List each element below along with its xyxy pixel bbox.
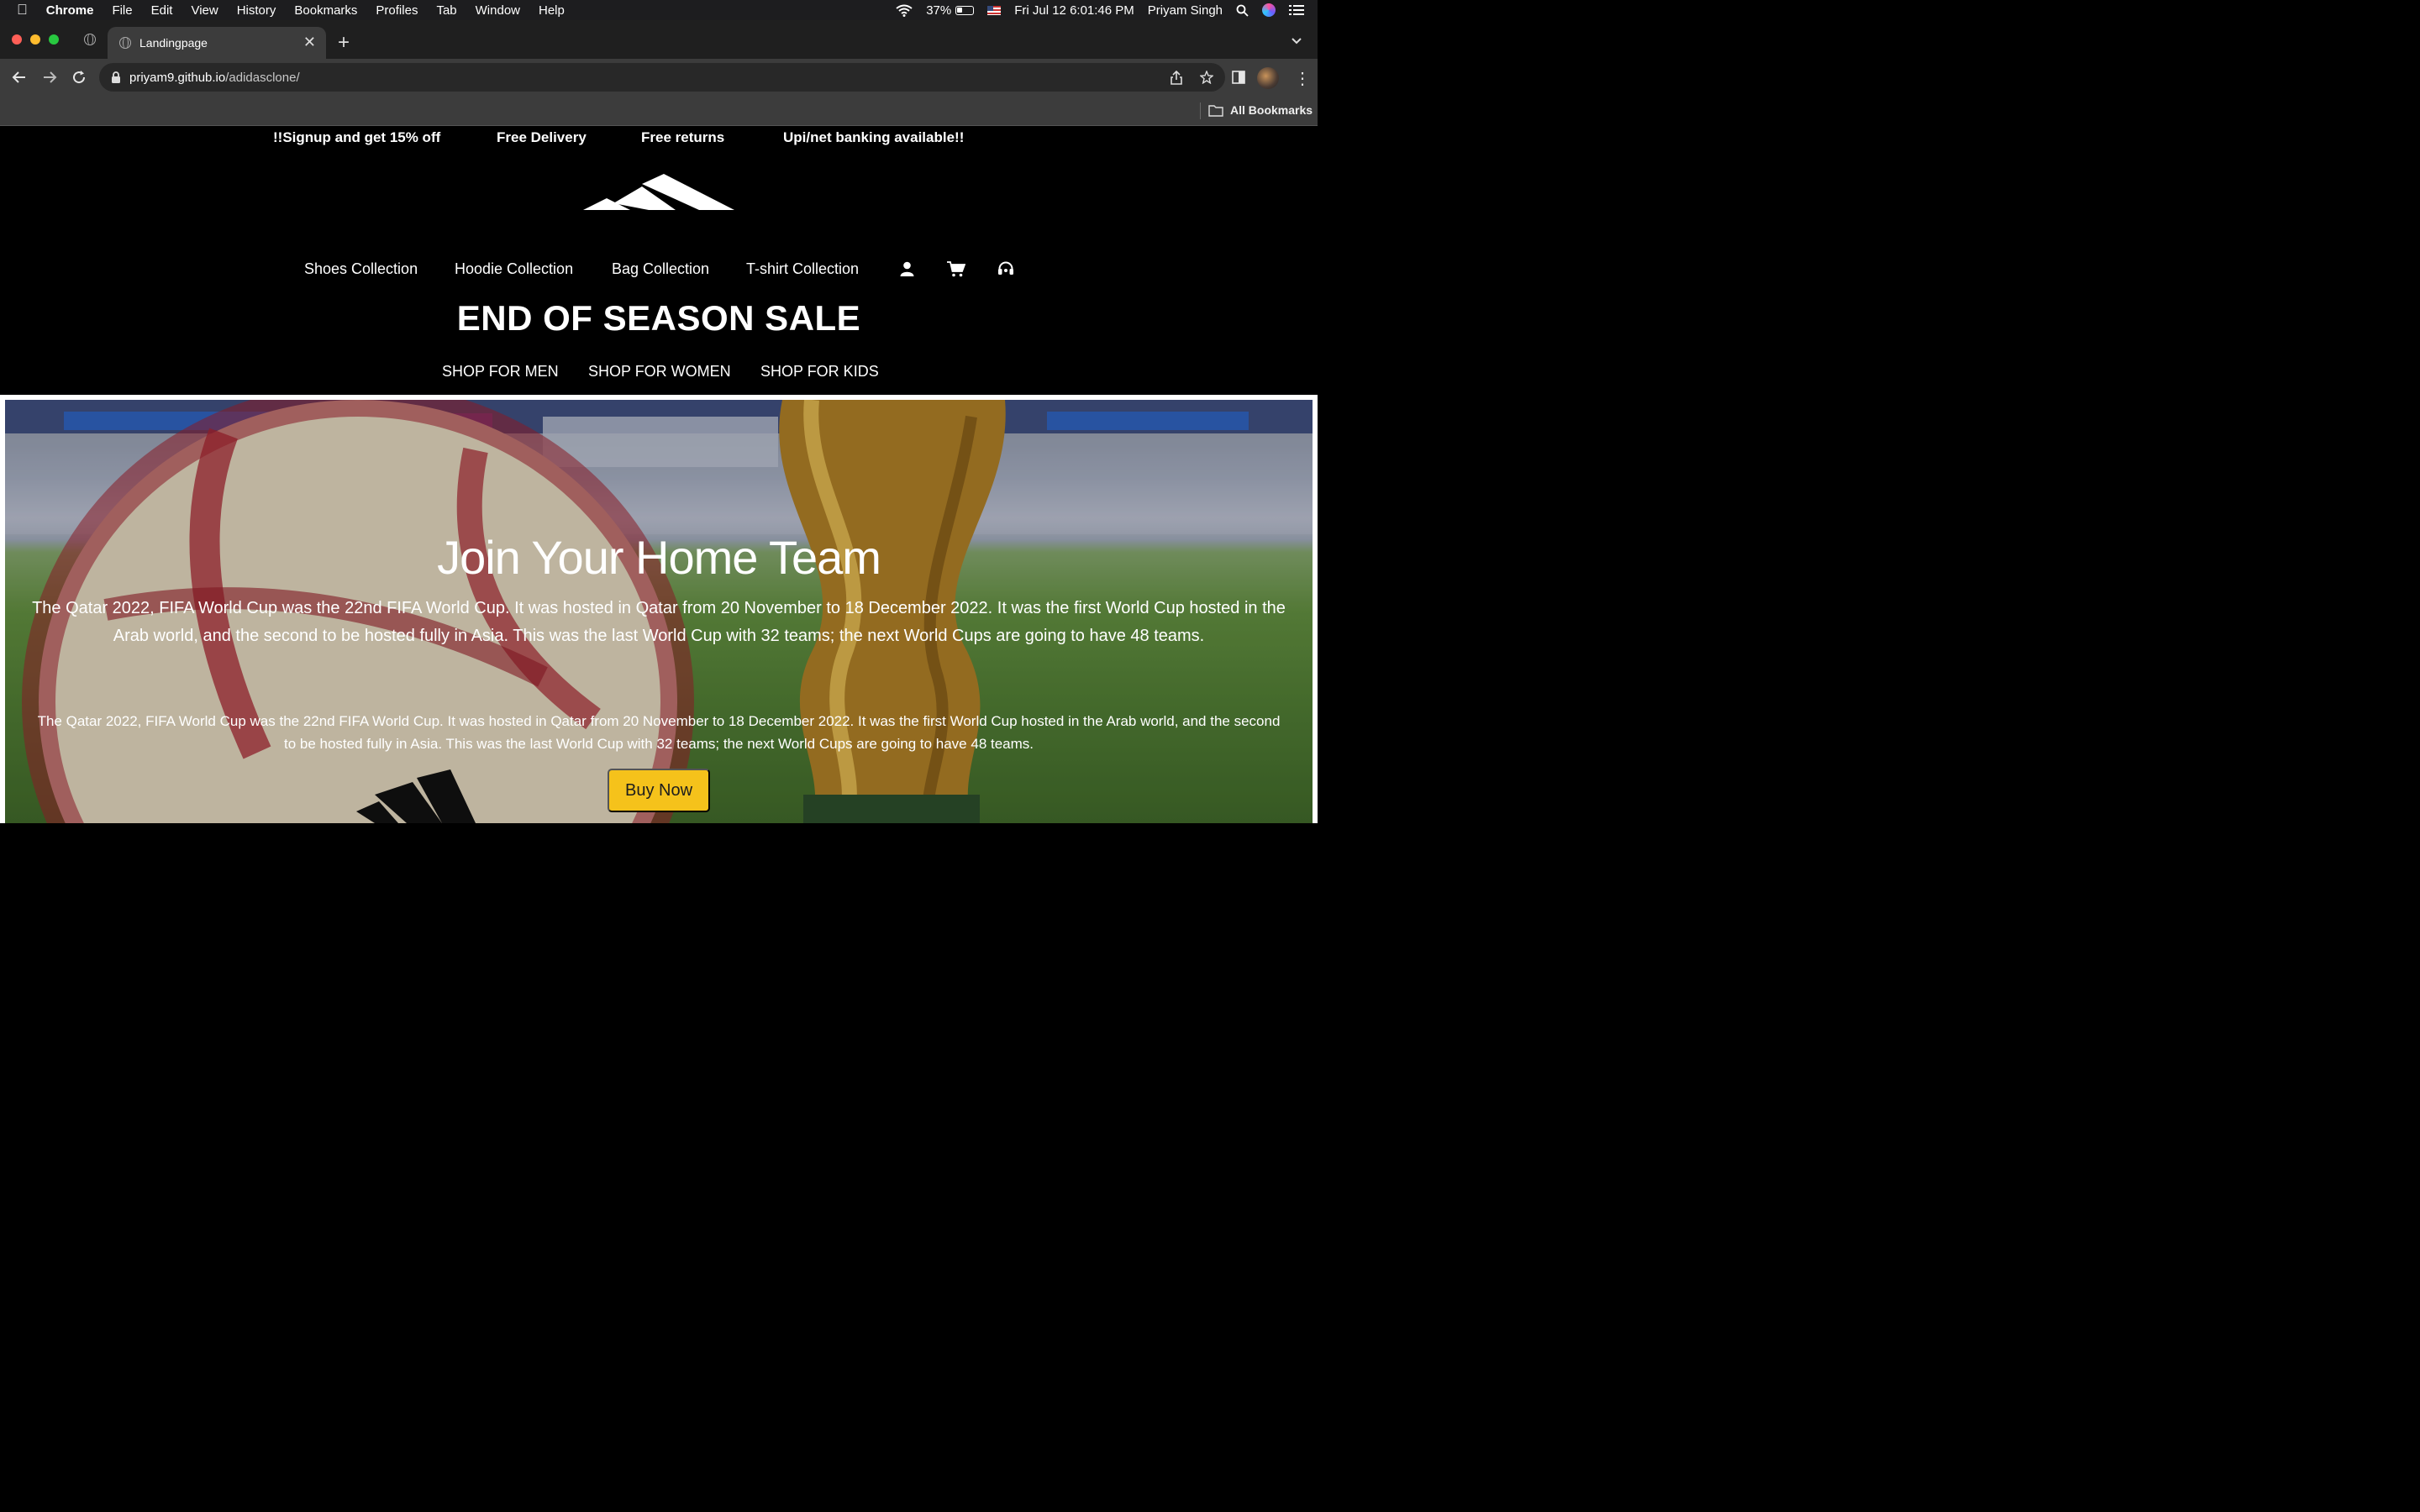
promo-payment: Upi/net banking available!! [783,129,965,145]
browser-tab[interactable]: Landingpage ✕ [108,27,326,59]
macos-menu-bar:  Chrome File Edit View History Bookmark… [0,0,1318,20]
side-panel-icon[interactable] [1232,71,1245,84]
hero-section: Join Your Home Team The Qatar 2022, FIFA… [0,395,1318,823]
hero-title: Join Your Home Team [437,531,881,584]
shop-for-women-link[interactable]: SHOP FOR WOMEN [588,363,731,381]
address-bar[interactable]: priyam9.github.io/adidasclone/ [99,63,1225,92]
promo-signup: !!Signup and get 15% off [273,129,441,145]
input-source-flag-icon[interactable] [987,5,1002,15]
promo-strip: !!Signup and get 15% off Free Delivery F… [0,129,1318,150]
new-tab-icon[interactable]: + [338,31,350,55]
bookmarks-bar: All Bookmarks [0,96,1318,126]
menu-tab[interactable]: Tab [436,3,456,18]
share-icon[interactable] [1170,71,1183,85]
apple-icon[interactable]:  [17,2,28,18]
shop-for-men-link[interactable]: SHOP FOR MEN [442,363,559,381]
menu-window[interactable]: Window [476,3,520,18]
headset-support-icon[interactable] [997,261,1014,277]
forward-icon[interactable] [42,70,57,85]
battery-percent: 37% [926,3,952,18]
menu-bookmarks[interactable]: Bookmarks [294,3,357,18]
menu-help[interactable]: Help [539,3,565,18]
tab-title: Landingpage [139,36,208,50]
sale-heading: END OF SEASON SALE [456,298,861,338]
chrome-menu-icon[interactable]: ⋮ [1294,68,1311,89]
menu-edit[interactable]: Edit [151,3,173,18]
adidas-logo[interactable] [583,174,734,214]
nav-hoodie-collection[interactable]: Hoodie Collection [455,260,573,278]
reload-icon[interactable] [71,70,87,85]
promo-returns: Free returns [641,129,725,145]
browser-toolbar: priyam9.github.io/adidasclone/ ⋮ [0,59,1318,96]
wifi-icon[interactable] [896,4,913,17]
menu-view[interactable]: View [191,3,218,18]
bookmark-star-icon[interactable] [1200,71,1213,84]
shop-for-kids-link[interactable]: SHOP FOR KIDS [760,363,879,381]
minimize-window-button[interactable] [30,34,40,45]
nav-bag-collection[interactable]: Bag Collection [612,260,709,278]
close-tab-icon[interactable]: ✕ [303,34,316,51]
bookmarks-divider [1200,102,1201,119]
nav-tshirt-collection[interactable]: T-shirt Collection [746,260,859,278]
favicon-globe-icon [119,37,131,49]
all-bookmarks-button[interactable]: All Bookmarks [1230,103,1313,117]
menu-file[interactable]: File [112,3,132,18]
tab-search-icon[interactable] [84,34,96,45]
app-name-menu[interactable]: Chrome [46,3,94,18]
siri-icon[interactable] [1262,3,1276,17]
control-center-icon[interactable] [1289,4,1304,16]
url-host: priyam9.github.io [129,70,226,85]
hero-paragraph-large: The Qatar 2022, FIFA World Cup was the 2… [32,599,1286,645]
close-window-button[interactable] [12,34,22,45]
browser-tab-strip: Landingpage ✕ + [0,20,1318,59]
zoom-window-button[interactable] [49,34,59,45]
spotlight-search-icon[interactable] [1236,4,1249,17]
menu-user[interactable]: Priyam Singh [1148,3,1223,18]
profile-avatar[interactable] [1257,67,1279,89]
hero-background-image: Join Your Home Team The Qatar 2022, FIFA… [5,400,1313,823]
folder-icon [1208,105,1223,117]
menu-history[interactable]: History [237,3,276,18]
lock-icon[interactable] [111,71,121,83]
web-page: !!Signup and get 15% off Free Delivery F… [0,126,1318,823]
buy-now-button[interactable]: Buy Now [608,769,710,812]
nav-shoes-collection[interactable]: Shoes Collection [304,260,418,278]
back-icon[interactable] [12,70,27,85]
cart-icon[interactable] [947,261,965,277]
hero-paragraph-small: The Qatar 2022, FIFA World Cup was the 2… [37,713,1281,752]
menu-clock[interactable]: Fri Jul 12 6:01:46 PM [1014,3,1134,18]
chevron-down-icon[interactable] [1292,38,1302,45]
user-icon[interactable] [900,261,914,276]
menu-profiles[interactable]: Profiles [376,3,418,18]
url-path: /adidasclone/ [225,70,300,85]
promo-delivery: Free Delivery [497,129,587,145]
battery-icon[interactable] [955,5,975,15]
